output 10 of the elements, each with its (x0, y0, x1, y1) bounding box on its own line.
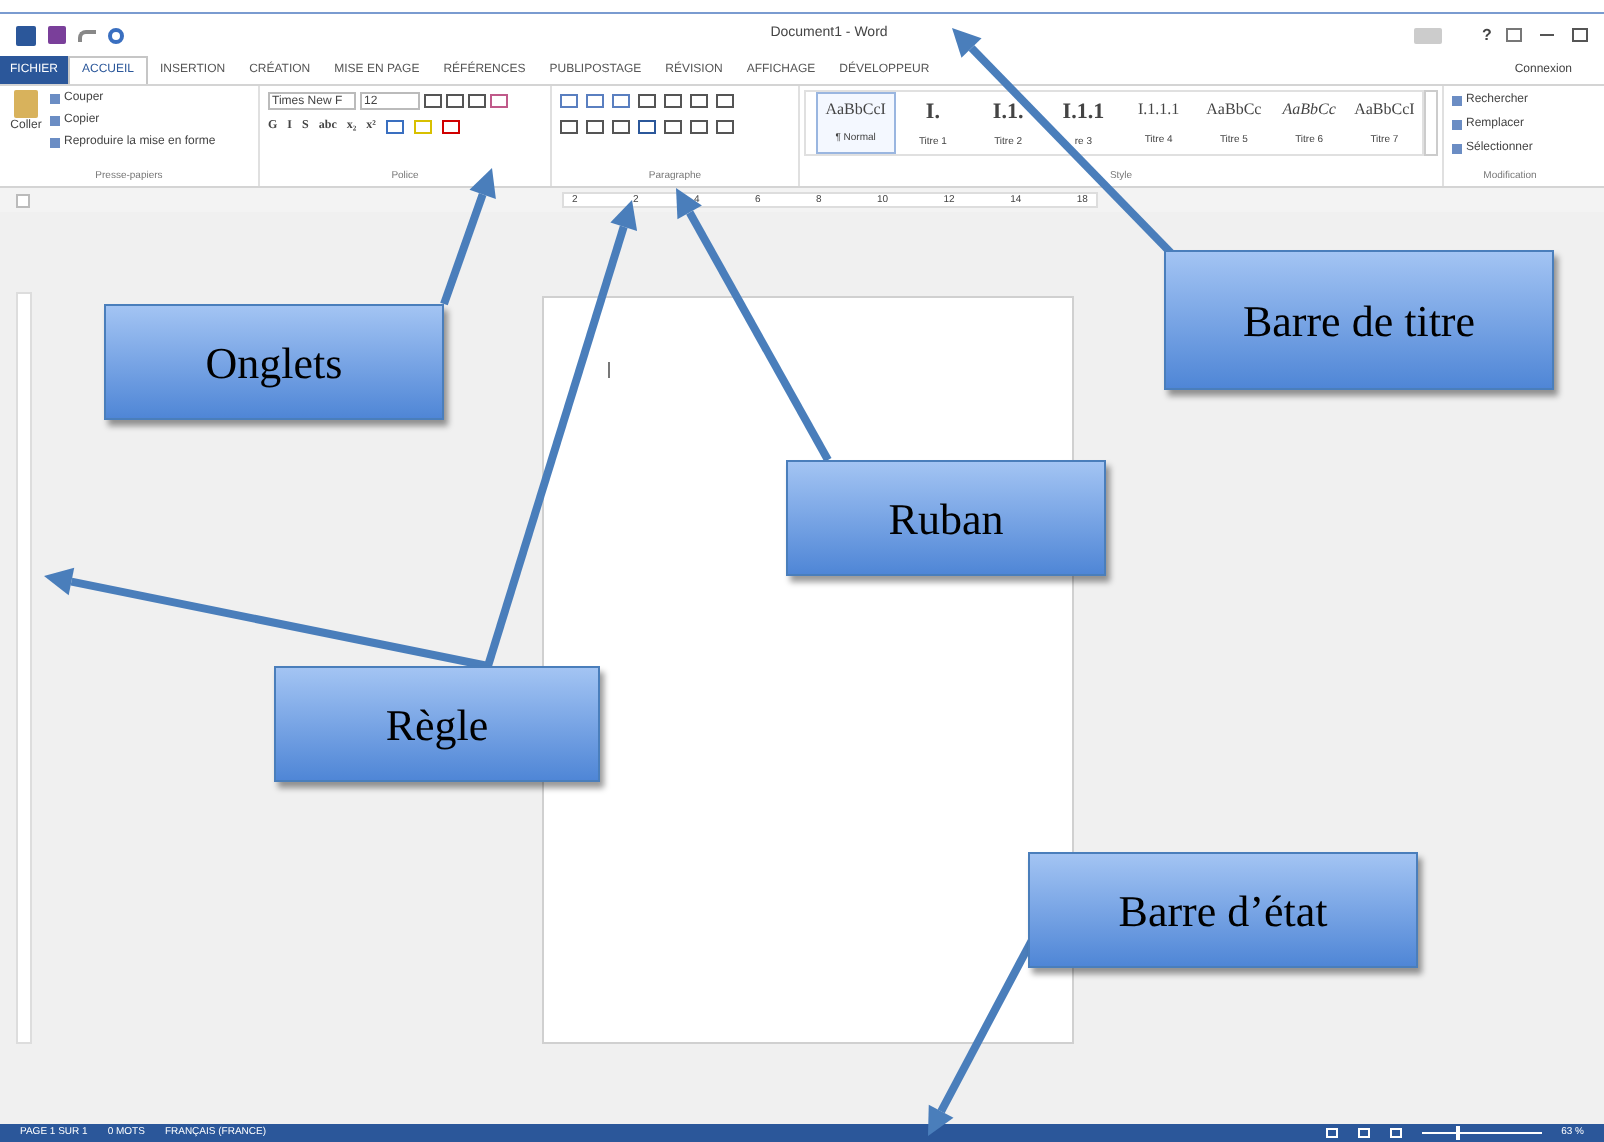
callout-label: Barre de titre (1164, 250, 1554, 390)
callout-label: Onglets (104, 304, 444, 420)
undo-icon[interactable] (78, 29, 96, 41)
text-cursor (608, 362, 610, 378)
maximize-icon[interactable] (1572, 28, 1588, 42)
help-icon[interactable]: ? (1482, 23, 1494, 47)
callout-label: Barre d’état (1028, 852, 1418, 968)
callout-label: Ruban (786, 460, 1106, 576)
zoom-slider-thumb[interactable] (1455, 1126, 1460, 1140)
callout-label: Règle (274, 666, 600, 782)
